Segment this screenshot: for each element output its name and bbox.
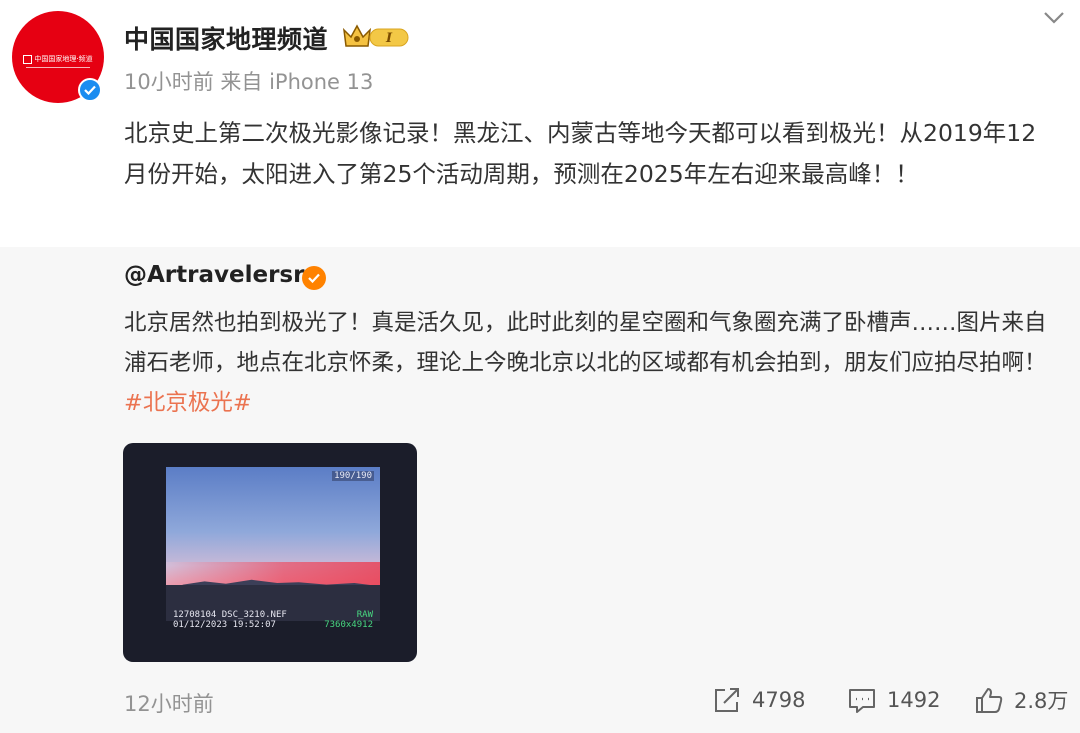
channel-logo: 中国国家地理·频道 — [21, 52, 95, 66]
verified-blue-icon — [78, 78, 102, 102]
size-label: 7360x4912 — [324, 620, 373, 630]
like-button[interactable]: 2.8万 — [974, 685, 1068, 715]
like-count: 2.8万 — [1014, 689, 1069, 713]
repost-body: 北京居然也拍到极光了！真是活久见，此时此刻的星空圈和气象圈充满了卧槽声……图片来… — [124, 310, 1047, 376]
repost-author[interactable]: @Artravelersr — [124, 262, 304, 288]
post-text: 北京史上第二次极光影像记录！黑龙江、内蒙古等地今天都可以看到极光！从2019年1… — [124, 119, 1037, 188]
verified-orange-icon — [302, 266, 326, 290]
thumbs-up-icon — [976, 688, 1003, 713]
share-count: 4798 — [752, 688, 806, 712]
date-info: 01/12/2023 19:52:07 — [173, 620, 276, 630]
svg-text:I: I — [385, 31, 393, 46]
raw-label: RAW — [356, 610, 373, 620]
comment-count: 1492 — [887, 688, 941, 712]
chevron-down-icon[interactable] — [1040, 8, 1068, 28]
comment-icon — [849, 689, 875, 713]
repost-time: 12小时前 — [124, 692, 214, 716]
vip-crown-badge-icon[interactable]: I — [342, 22, 410, 50]
aurora-photo[interactable]: 190/190 12708104 DSC_3210.NEF 01/12/2023… — [123, 443, 417, 662]
frame-counter: 190/190 — [332, 471, 374, 481]
share-icon — [715, 688, 739, 712]
comment-button[interactable]: 1492 — [847, 685, 940, 715]
share-button[interactable]: 4798 — [712, 685, 805, 715]
camera-screen: 190/190 — [166, 467, 380, 621]
post-meta: 10小时前 来自 iPhone 13 — [124, 70, 374, 94]
repost-text: 北京居然也拍到极光了！真是活久见，此时此刻的星空圈和气象圈充满了卧槽声……图片来… — [124, 303, 1059, 423]
file-info: 12708104 DSC_3210.NEF — [173, 610, 287, 620]
username[interactable]: 中国国家地理频道 — [124, 20, 328, 56]
hashtag-link[interactable]: #北京极光# — [124, 390, 252, 416]
